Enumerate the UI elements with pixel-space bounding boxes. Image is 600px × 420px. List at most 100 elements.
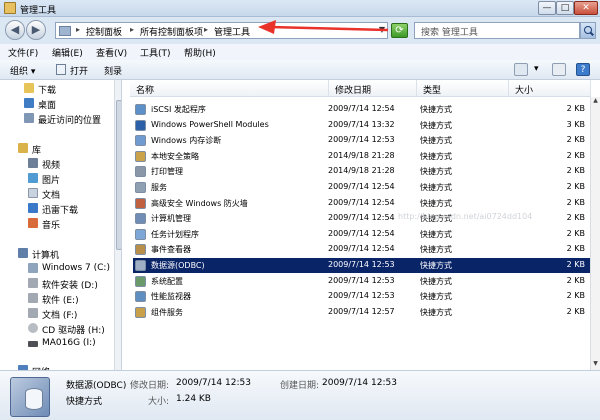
file-type: 快捷方式: [420, 151, 452, 161]
organize-button[interactable]: 组织 ▾: [10, 64, 35, 77]
services-icon: [135, 182, 146, 193]
file-type: 快捷方式: [420, 167, 452, 177]
pictures-icon: [28, 173, 38, 183]
performance-monitor-icon: [135, 291, 146, 303]
file-type: 快捷方式: [420, 229, 452, 239]
search-icon[interactable]: [580, 22, 596, 39]
refresh-button[interactable]: ⟳: [391, 23, 408, 38]
open-button[interactable]: 打开: [70, 64, 88, 77]
preview-pane-icon[interactable]: [552, 63, 566, 76]
table-row[interactable]: 本地安全策略 2014/9/18 21:28 快捷方式 2 KB: [133, 149, 591, 164]
minimize-button[interactable]: —: [538, 1, 556, 15]
file-size: 2 KB: [566, 244, 585, 254]
computer-icon: [18, 248, 28, 258]
nav-item-label: 下载: [38, 86, 57, 96]
file-size: 2 KB: [566, 197, 585, 207]
nav-item-label: 软件 (E:): [42, 296, 79, 306]
menu-view[interactable]: 查看(V): [96, 46, 127, 59]
table-row[interactable]: Windows 内存诊断 2009/7/14 12:53 快捷方式 2 KB: [133, 133, 591, 148]
maximize-button[interactable]: □: [556, 1, 574, 15]
view-dropdown-icon[interactable]: ▾: [534, 64, 539, 74]
table-row[interactable]: 系统配置 2009/7/14 12:53 快捷方式 2 KB: [133, 274, 591, 289]
file-date: 2009/7/14 12:54: [328, 213, 395, 223]
file-name: 性能监视器: [151, 292, 191, 302]
open-icon: [56, 64, 66, 75]
details-created: 2009/7/14 12:53: [322, 378, 397, 388]
column-header-type[interactable]: 类型: [417, 80, 509, 97]
table-row[interactable]: 服务 2009/7/14 12:54 快捷方式 2 KB: [133, 180, 591, 195]
nav-item-label: 文档: [42, 191, 61, 201]
view-options-icon[interactable]: [514, 63, 528, 76]
file-date: 2009/7/14 12:53: [328, 260, 395, 269]
table-row[interactable]: 任务计划程序 2009/7/14 12:54 快捷方式 2 KB: [133, 227, 591, 242]
back-button[interactable]: ◀: [5, 20, 25, 40]
nav-item-label: 文档 (F:): [42, 311, 78, 321]
breadcrumb-separator-icon[interactable]: ▸: [76, 25, 80, 34]
scroll-down-icon[interactable]: ▼: [591, 360, 600, 370]
nav-scroll-thumb[interactable]: [116, 100, 121, 250]
column-header-size[interactable]: 大小: [509, 80, 591, 97]
search-input[interactable]: 搜索 管理工具: [414, 22, 580, 39]
desktop-icon: [24, 98, 34, 108]
forward-button[interactable]: ▶: [26, 20, 46, 40]
nav-item-label: 迅雷下载: [42, 206, 79, 216]
details-modified: 2009/7/14 12:53: [176, 378, 251, 388]
file-date: 2009/7/14 12:54: [328, 182, 395, 191]
details-pane: 数据源(ODBC) 修改日期: 2009/7/14 12:53 创建日期: 20…: [0, 370, 600, 420]
column-header-name[interactable]: 名称: [130, 80, 329, 97]
file-type: 快捷方式: [420, 105, 452, 114]
table-row[interactable]: 打印管理 2014/9/18 21:28 快捷方式 2 KB: [133, 164, 591, 179]
table-row[interactable]: Windows PowerShell Modules 2009/7/14 13:3…: [133, 118, 591, 133]
menu-help[interactable]: 帮助(H): [184, 46, 216, 59]
file-date: 2009/7/14 12:54: [328, 244, 395, 254]
close-button[interactable]: ✕: [574, 1, 598, 15]
breadcrumb-admin-tools[interactable]: 管理工具: [214, 25, 250, 38]
menu-tools[interactable]: 工具(T): [140, 46, 171, 59]
event-viewer-icon: [135, 244, 146, 256]
file-date: 2009/7/14 12:53: [328, 275, 395, 285]
nav-item-label: 桌面: [38, 101, 57, 111]
navigation-pane: 下载 桌面 最近访问的位置 库 视频 图片 文档 迅雷下载 音乐 计算机 Win…: [0, 80, 122, 370]
table-row[interactable]: 计算机管理 2009/7/14 12:54 快捷方式 2 KB: [133, 211, 591, 226]
usb-drive-icon: [28, 341, 38, 347]
table-row[interactable]: 性能监视器 2009/7/14 12:53 快捷方式 2 KB: [133, 289, 591, 304]
file-size: 2 KB: [566, 166, 585, 176]
burn-button[interactable]: 刻录: [104, 64, 122, 77]
menu-edit[interactable]: 编辑(E): [52, 46, 83, 59]
table-row[interactable]: 事件查看器 2009/7/14 12:54 快捷方式 2 KB: [133, 242, 591, 257]
file-size: 2 KB: [566, 291, 585, 301]
file-list-scrollbar[interactable]: ▲ ▼: [590, 97, 600, 370]
help-icon[interactable]: ?: [576, 63, 590, 76]
file-name: 高级安全 Windows 防火墙: [151, 198, 248, 208]
breadcrumb-separator-icon[interactable]: ▸: [204, 25, 208, 34]
nav-item-label: CD 驱动器 (H:): [42, 326, 105, 336]
details-name: 数据源(ODBC): [66, 381, 127, 391]
table-row[interactable]: 数据源(ODBC) 2009/7/14 12:53 快捷方式 2 KB: [133, 258, 591, 273]
column-header-date[interactable]: 修改日期: [329, 80, 417, 97]
scroll-up-icon[interactable]: ▲: [591, 97, 600, 107]
powershell-icon: [135, 119, 146, 131]
file-type: 快捷方式: [420, 307, 452, 317]
nav-item-label: 最近访问的位置: [38, 116, 102, 126]
table-row[interactable]: 组件服务 2009/7/14 12:57 快捷方式 2 KB: [133, 305, 591, 320]
file-name: 计算机管理: [151, 214, 191, 224]
table-row[interactable]: 高级安全 Windows 防火墙 2009/7/14 12:54 快捷方式 2 KB: [133, 196, 591, 211]
search-placeholder: 搜索 管理工具: [421, 28, 478, 38]
nav-item-label: 视频: [42, 161, 61, 171]
nav-scrollbar[interactable]: [114, 80, 121, 370]
nav-item-label: MA016G (I:): [42, 338, 96, 348]
address-dropdown-icon[interactable]: ▼: [379, 25, 385, 34]
file-date: 2009/7/14 12:57: [328, 306, 395, 316]
breadcrumb-all-items[interactable]: 所有控制面板项: [140, 25, 203, 38]
title-bar: 管理工具 — □ ✕: [0, 0, 600, 17]
menu-file[interactable]: 文件(F): [8, 46, 38, 59]
file-size: 2 KB: [566, 213, 585, 223]
details-size: 1.24 KB: [176, 394, 211, 404]
odbc-large-icon: [10, 377, 50, 417]
breadcrumb-separator-icon[interactable]: ▸: [130, 25, 134, 34]
library-icon: [18, 143, 28, 153]
breadcrumb-control-panel[interactable]: 控制面板: [86, 25, 122, 38]
table-row[interactable]: iSCSI 发起程序 2009/7/14 12:54 快捷方式 2 KB: [133, 102, 591, 117]
address-bar[interactable]: ▸ 控制面板 ▸ 所有控制面板项 ▸ 管理工具 ▼: [55, 22, 388, 39]
details-modified-label: 修改日期:: [130, 381, 170, 391]
